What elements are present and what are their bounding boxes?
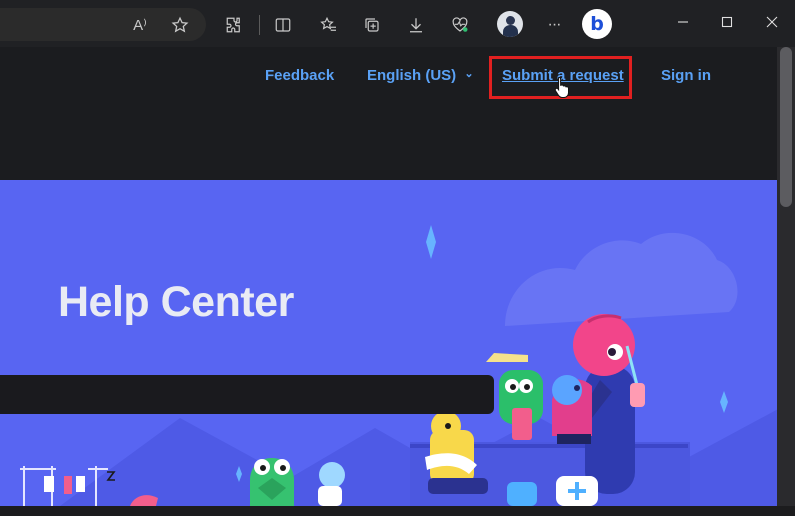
nav-feedback-link[interactable]: Feedback	[265, 67, 334, 84]
nav-language-selector[interactable]: English (US) ⌄	[367, 67, 474, 84]
hand-cursor-icon	[554, 76, 569, 98]
browser-toolbar: A⁾ ··· b	[0, 0, 795, 47]
collections-icon[interactable]	[358, 11, 386, 39]
bottom-edge	[0, 506, 795, 516]
downloads-icon[interactable]	[402, 11, 430, 39]
avatar-head	[506, 16, 515, 25]
read-aloud-icon[interactable]: A⁾	[126, 11, 154, 39]
more-icon[interactable]: ···	[540, 11, 568, 39]
minimize-window-button[interactable]	[662, 8, 704, 36]
hero-illustration	[20, 225, 777, 506]
favorite-star-icon[interactable]	[166, 11, 194, 39]
bing-copilot-icon[interactable]: b	[582, 9, 612, 39]
more-glyph: ···	[547, 16, 562, 33]
bing-glyph: b	[590, 13, 604, 35]
language-label: English (US)	[367, 67, 457, 84]
profile-avatar[interactable]	[497, 11, 523, 37]
avatar-body	[503, 25, 518, 37]
nav-sign-in-link[interactable]: Sign in	[661, 67, 711, 84]
extensions-icon[interactable]	[220, 11, 248, 39]
page-scrollbar[interactable]	[777, 47, 795, 516]
hero-title: Help Center	[58, 278, 294, 326]
scrollbar-thumb[interactable]	[780, 47, 792, 207]
maximize-window-button[interactable]	[706, 8, 748, 36]
site-header: Feedback English (US) ⌄ Submit a request…	[0, 47, 777, 180]
browser-essentials-icon[interactable]	[446, 11, 474, 39]
split-screen-icon[interactable]	[269, 11, 297, 39]
chevron-down-icon: ⌄	[464, 68, 474, 80]
read-aloud-glyph: A⁾	[133, 17, 147, 34]
toolbar-divider	[259, 15, 260, 35]
favorites-list-icon[interactable]	[314, 11, 342, 39]
hero-banner: Help Center	[0, 180, 777, 506]
close-window-button[interactable]	[751, 8, 793, 36]
search-input[interactable]	[0, 375, 494, 414]
